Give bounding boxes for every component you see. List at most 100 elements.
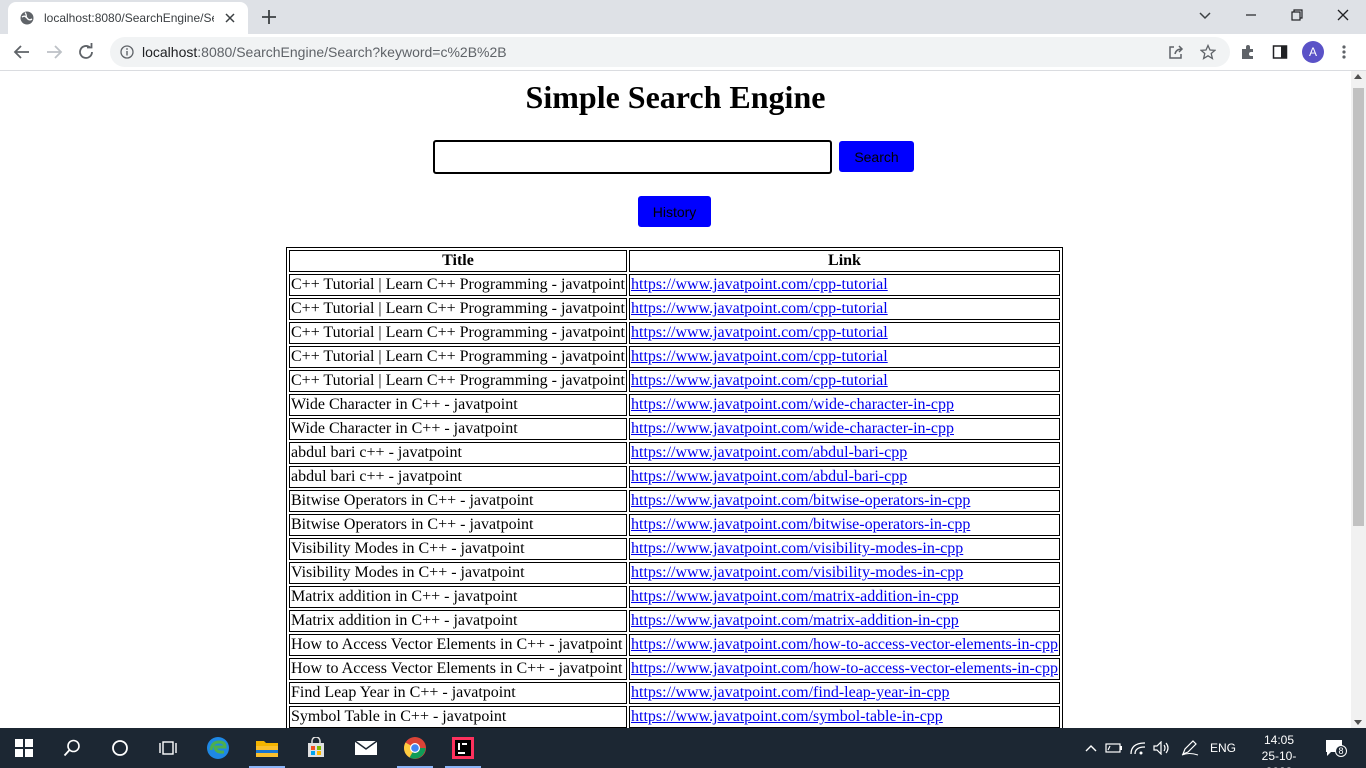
- result-link-cell: https://www.javatpoint.com/bitwise-opera…: [629, 490, 1060, 512]
- windows-taskbar: ENG 14:05 25-10-2023 8: [0, 728, 1366, 768]
- result-link[interactable]: https://www.javatpoint.com/cpp-tutorial: [631, 372, 888, 389]
- results-table: Title Link C++ Tutorial | Learn C++ Prog…: [286, 247, 1063, 728]
- result-link[interactable]: https://www.javatpoint.com/visibility-mo…: [631, 540, 963, 557]
- result-title: Bitwise Operators in C++ - javatpoint: [289, 490, 627, 512]
- result-link-cell: https://www.javatpoint.com/abdul-bari-cp…: [629, 442, 1060, 464]
- side-panel-icon[interactable]: [1270, 42, 1290, 62]
- page-scrollbar[interactable]: [1351, 71, 1366, 728]
- page-viewport: Simple Search Engine Search History Titl…: [0, 71, 1351, 728]
- url-path: :8080/SearchEngine/Search?keyword=c%2B%2…: [197, 44, 507, 60]
- result-title: How to Access Vector Elements in C++ - j…: [289, 634, 627, 656]
- table-row: C++ Tutorial | Learn C++ Programming - j…: [289, 370, 1060, 392]
- result-title: Bitwise Operators in C++ - javatpoint: [289, 514, 627, 536]
- result-link[interactable]: https://www.javatpoint.com/bitwise-opera…: [631, 516, 970, 533]
- chrome-icon[interactable]: [391, 728, 439, 768]
- start-icon[interactable]: [0, 728, 48, 768]
- table-row: Bitwise Operators in C++ - javatpoint htt…: [289, 514, 1060, 536]
- scroll-down-arrow-icon[interactable]: [1354, 720, 1362, 725]
- result-link[interactable]: https://www.javatpoint.com/cpp-tutorial: [631, 276, 888, 293]
- result-link-cell: https://www.javatpoint.com/wide-characte…: [629, 418, 1060, 440]
- table-header-row: Title Link: [289, 250, 1060, 272]
- result-link[interactable]: https://www.javatpoint.com/symbol-table-…: [631, 708, 943, 725]
- reload-icon[interactable]: [76, 42, 96, 62]
- language-indicator[interactable]: ENG: [1210, 741, 1236, 755]
- browser-tab[interactable]: localhost:8080/SearchEngine/Se: [8, 2, 248, 34]
- clock-date: 25-10-2023: [1261, 749, 1297, 768]
- result-link-cell: https://www.javatpoint.com/how-to-access…: [629, 658, 1060, 680]
- minimize-icon[interactable]: [1228, 0, 1274, 30]
- mail-icon[interactable]: [342, 728, 390, 768]
- result-link[interactable]: https://www.javatpoint.com/matrix-additi…: [631, 612, 959, 629]
- table-row: abdul bari c++ - javatpoint https://www.j…: [289, 442, 1060, 464]
- result-link[interactable]: https://www.javatpoint.com/abdul-bari-cp…: [631, 468, 907, 485]
- clock[interactable]: 14:05 25-10-2023: [1256, 732, 1302, 768]
- result-link[interactable]: https://www.javatpoint.com/cpp-tutorial: [631, 300, 888, 317]
- result-title: Find Leap Year in C++ - javatpoint: [289, 682, 627, 704]
- share-icon[interactable]: [1166, 42, 1186, 62]
- close-window-icon[interactable]: [1320, 0, 1366, 30]
- new-tab-icon[interactable]: [259, 7, 279, 27]
- result-title: How to Access Vector Elements in C++ - j…: [289, 658, 627, 680]
- volume-icon[interactable]: [1152, 738, 1172, 758]
- result-link-cell: https://www.javatpoint.com/how-to-access…: [629, 634, 1060, 656]
- result-title: abdul bari c++ - javatpoint: [289, 442, 627, 464]
- store-icon[interactable]: [292, 728, 340, 768]
- result-title: abdul bari c++ - javatpoint: [289, 466, 627, 488]
- file-explorer-icon[interactable]: [243, 728, 291, 768]
- close-tab-icon[interactable]: [222, 10, 238, 26]
- restore-icon[interactable]: [1274, 0, 1320, 30]
- wifi-icon[interactable]: [1128, 738, 1148, 758]
- result-title: Wide Character in C++ - javatpoint: [289, 418, 627, 440]
- result-link[interactable]: https://www.javatpoint.com/visibility-mo…: [631, 564, 963, 581]
- menu-kebab-icon[interactable]: [1334, 42, 1354, 62]
- result-link[interactable]: https://www.javatpoint.com/how-to-access…: [631, 660, 1058, 677]
- tab-search-icon[interactable]: [1182, 0, 1228, 30]
- battery-icon[interactable]: [1104, 738, 1124, 758]
- result-link[interactable]: https://www.javatpoint.com/how-to-access…: [631, 636, 1058, 653]
- bookmark-star-icon[interactable]: [1198, 42, 1218, 62]
- task-view-icon[interactable]: [144, 728, 192, 768]
- cortana-icon[interactable]: [96, 728, 144, 768]
- result-link[interactable]: https://www.javatpoint.com/cpp-tutorial: [631, 324, 888, 341]
- profile-avatar[interactable]: A: [1302, 41, 1324, 63]
- scroll-thumb[interactable]: [1353, 88, 1364, 526]
- notification-icon[interactable]: 8: [1322, 738, 1348, 758]
- result-title: C++ Tutorial | Learn C++ Programming - j…: [289, 346, 627, 368]
- result-link[interactable]: https://www.javatpoint.com/wide-characte…: [631, 396, 954, 413]
- column-header-link: Link: [629, 250, 1060, 272]
- column-header-title: Title: [289, 250, 627, 272]
- forward-icon[interactable]: [44, 42, 64, 62]
- result-link[interactable]: https://www.javatpoint.com/wide-characte…: [631, 420, 954, 437]
- result-link[interactable]: https://www.javatpoint.com/abdul-bari-cp…: [631, 444, 907, 461]
- pen-icon[interactable]: [1180, 738, 1200, 758]
- result-link[interactable]: https://www.javatpoint.com/bitwise-opera…: [631, 492, 970, 509]
- address-bar[interactable]: localhost:8080/SearchEngine/Search?keywo…: [110, 37, 1230, 67]
- result-link-cell: https://www.javatpoint.com/matrix-additi…: [629, 610, 1060, 632]
- site-info-icon[interactable]: [120, 45, 134, 59]
- browser-toolbar: localhost:8080/SearchEngine/Search?keywo…: [0, 34, 1366, 71]
- search-input[interactable]: [433, 140, 832, 174]
- result-title: Visibility Modes in C++ - javatpoint: [289, 562, 627, 584]
- back-icon[interactable]: [12, 42, 32, 62]
- history-button[interactable]: History: [638, 196, 711, 227]
- intellij-icon[interactable]: [439, 728, 487, 768]
- result-link[interactable]: https://www.javatpoint.com/cpp-tutorial: [631, 348, 888, 365]
- table-row: C++ Tutorial | Learn C++ Programming - j…: [289, 298, 1060, 320]
- search-icon[interactable]: [48, 728, 96, 768]
- table-row: abdul bari c++ - javatpoint https://www.j…: [289, 466, 1060, 488]
- result-link[interactable]: https://www.javatpoint.com/matrix-additi…: [631, 588, 959, 605]
- result-link-cell: https://www.javatpoint.com/find-leap-yea…: [629, 682, 1060, 704]
- search-button[interactable]: Search: [839, 141, 914, 172]
- table-row: C++ Tutorial | Learn C++ Programming - j…: [289, 346, 1060, 368]
- result-link-cell: https://www.javatpoint.com/bitwise-opera…: [629, 514, 1060, 536]
- result-link-cell: https://www.javatpoint.com/cpp-tutorial: [629, 322, 1060, 344]
- extensions-icon[interactable]: [1238, 42, 1258, 62]
- chevron-up-icon[interactable]: [1082, 738, 1100, 758]
- globe-icon: [20, 11, 34, 25]
- scroll-up-arrow-icon[interactable]: [1354, 74, 1362, 79]
- result-link[interactable]: https://www.javatpoint.com/find-leap-yea…: [631, 684, 950, 701]
- table-row: Wide Character in C++ - javatpoint https:…: [289, 418, 1060, 440]
- notification-count: 8: [1335, 745, 1347, 757]
- edge-icon[interactable]: [194, 728, 242, 768]
- url-text[interactable]: localhost:8080/SearchEngine/Search?keywo…: [142, 44, 507, 60]
